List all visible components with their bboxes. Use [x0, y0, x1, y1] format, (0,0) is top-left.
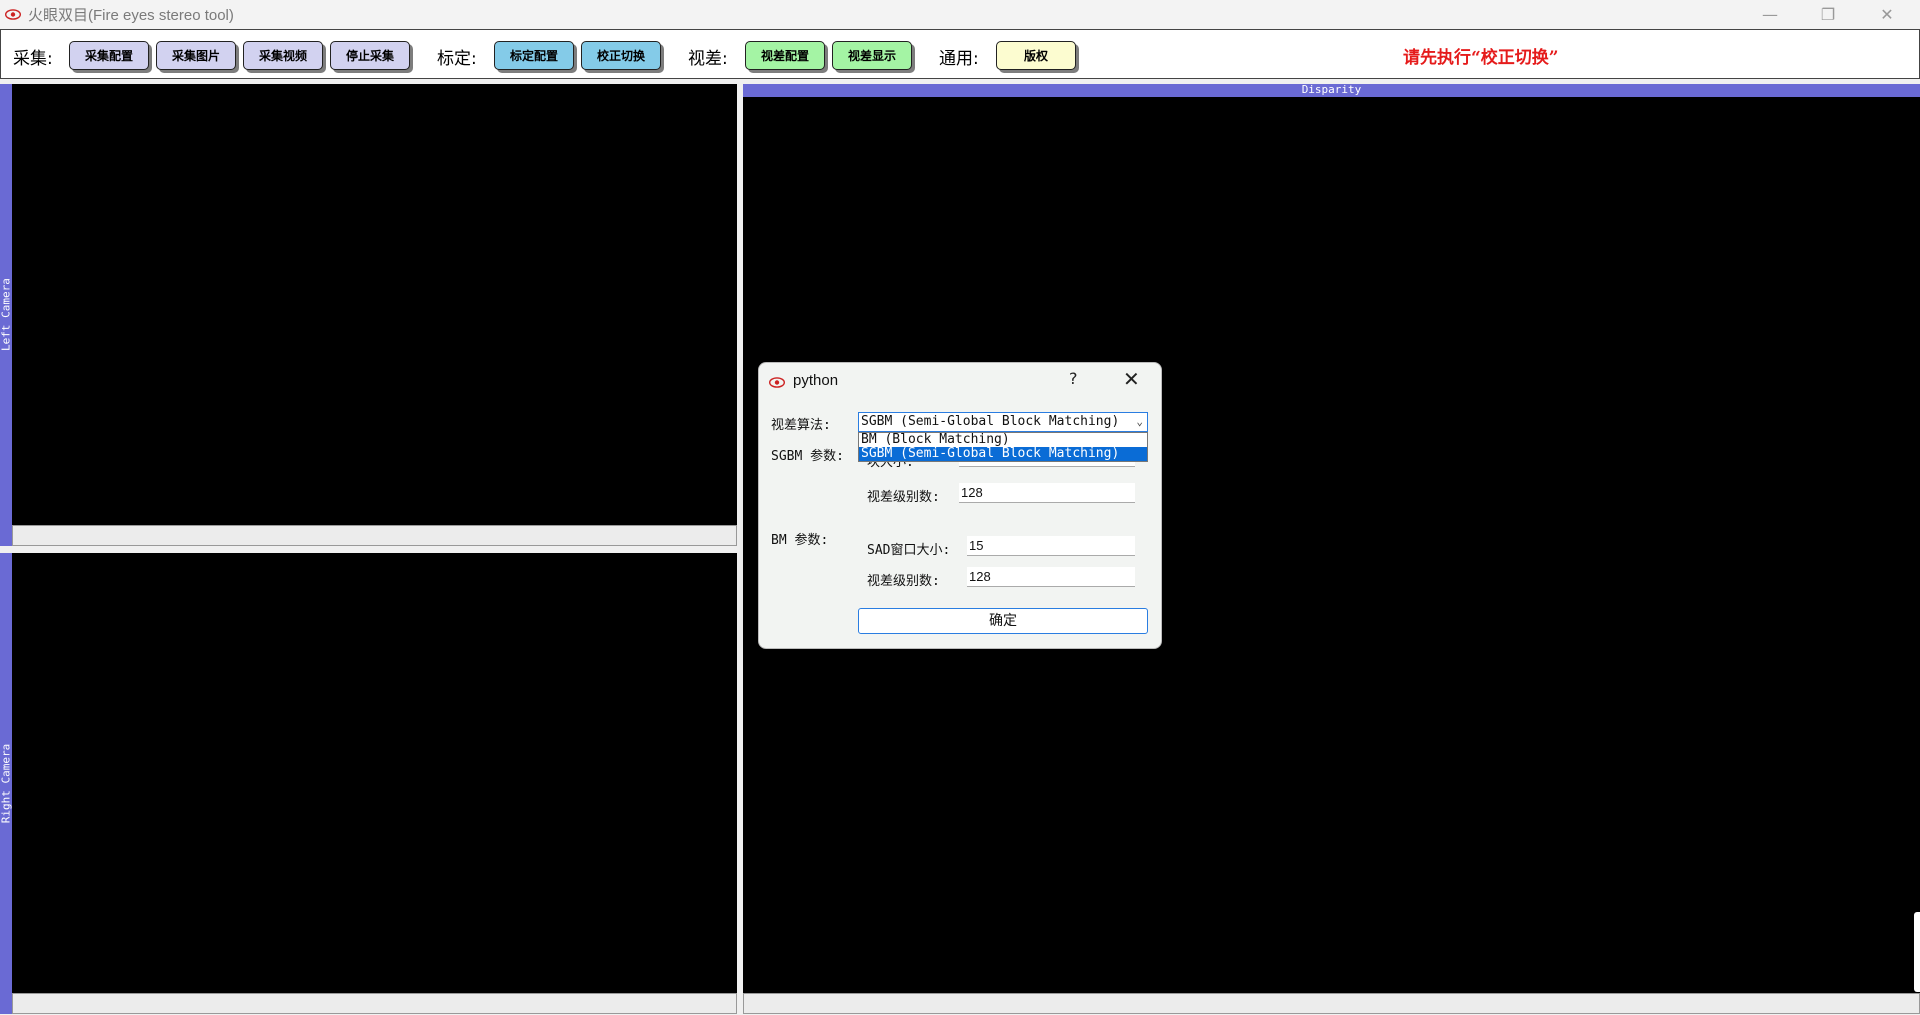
- calibration-config-button[interactable]: 标定配置: [494, 41, 574, 70]
- left-camera-view: [12, 84, 737, 525]
- right-camera-strip: Right Camera: [0, 553, 13, 1014]
- sgbm-num-disparities-label: 视差级别数:: [867, 490, 940, 505]
- algorithm-option-bm[interactable]: BM (Block Matching): [859, 433, 1147, 447]
- calibration-group-label: 标定:: [437, 49, 477, 69]
- disparity-display-button[interactable]: 视差显示: [832, 41, 912, 70]
- disparity-config-dialog: python ? ✕ 视差算法: SGBM (Semi-Global Block…: [758, 362, 1162, 649]
- help-icon[interactable]: ?: [1069, 369, 1078, 388]
- left-camera-label: Left Camera: [0, 278, 13, 351]
- disparity-label: Disparity: [1301, 84, 1362, 96]
- right-camera-view: [12, 553, 737, 993]
- algorithm-option-sgbm[interactable]: SGBM (Semi-Global Block Matching): [859, 447, 1147, 461]
- capture-video-button[interactable]: 采集视频: [243, 41, 323, 70]
- disparity-config-button[interactable]: 视差配置: [745, 41, 825, 70]
- right-camera-label: Right Camera: [0, 743, 13, 824]
- eye-icon: [768, 373, 786, 392]
- rectify-toggle-button[interactable]: 校正切换: [581, 41, 661, 70]
- minimize-button[interactable]: —: [1741, 0, 1799, 29]
- close-icon: ✕: [1880, 5, 1894, 24]
- bm-sad-window-label: SAD窗口大小:: [867, 543, 951, 558]
- stop-capture-button[interactable]: 停止采集: [330, 41, 410, 70]
- window-titlebar: 火眼双目(Fire eyes stereo tool) — ❐ ✕: [0, 0, 1920, 29]
- algorithm-select[interactable]: SGBM (Semi-Global Block Matching) ⌄: [858, 412, 1148, 432]
- bm-num-disparities-label: 视差级别数:: [867, 574, 940, 589]
- disparity-strip: Disparity: [743, 84, 1920, 97]
- sgbm-params-label: SGBM 参数:: [771, 449, 844, 464]
- algorithm-dropdown: BM (Block Matching) SGBM (Semi-Global Bl…: [858, 432, 1148, 462]
- main-toolbar: 采集: 采集配置 采集图片 采集视频 停止采集 标定: 标定配置 校正切换 视差…: [0, 29, 1920, 79]
- left-camera-scrollbar[interactable]: [12, 525, 737, 546]
- bm-num-disparities-input[interactable]: 128: [967, 567, 1135, 587]
- algorithm-select-value: SGBM (Semi-Global Block Matching): [861, 414, 1120, 429]
- window-title: 火眼双目(Fire eyes stereo tool): [28, 7, 234, 24]
- sgbm-num-disparities-input[interactable]: 128: [959, 483, 1135, 503]
- status-notice: 请先执行“校正切换”: [1403, 48, 1559, 68]
- minimize-icon: —: [1762, 5, 1778, 24]
- bm-sad-window-input[interactable]: 15: [967, 536, 1135, 556]
- restore-button[interactable]: ❐: [1799, 0, 1857, 29]
- chevron-down-icon: ⌄: [1136, 415, 1143, 428]
- dialog-close-button[interactable]: ✕: [1123, 367, 1140, 391]
- eye-icon: [4, 8, 22, 22]
- general-group-label: 通用:: [939, 49, 979, 69]
- restore-icon: ❐: [1820, 5, 1836, 24]
- resize-handle[interactable]: [1914, 912, 1920, 992]
- dialog-title: python: [793, 372, 839, 389]
- left-camera-strip: Left Camera: [0, 84, 13, 546]
- capture-image-button[interactable]: 采集图片: [156, 41, 236, 70]
- disparity-group-label: 视差:: [688, 49, 728, 69]
- algorithm-label: 视差算法:: [771, 418, 831, 433]
- capture-group-label: 采集:: [13, 49, 53, 69]
- copyright-button[interactable]: 版权: [996, 41, 1076, 70]
- close-window-button[interactable]: ✕: [1858, 0, 1916, 29]
- bm-params-label: BM 参数:: [771, 533, 829, 548]
- capture-config-button[interactable]: 采集配置: [69, 41, 149, 70]
- right-camera-scrollbar[interactable]: [12, 993, 737, 1014]
- disparity-scrollbar[interactable]: [743, 993, 1920, 1014]
- ok-button[interactable]: 确定: [858, 608, 1148, 634]
